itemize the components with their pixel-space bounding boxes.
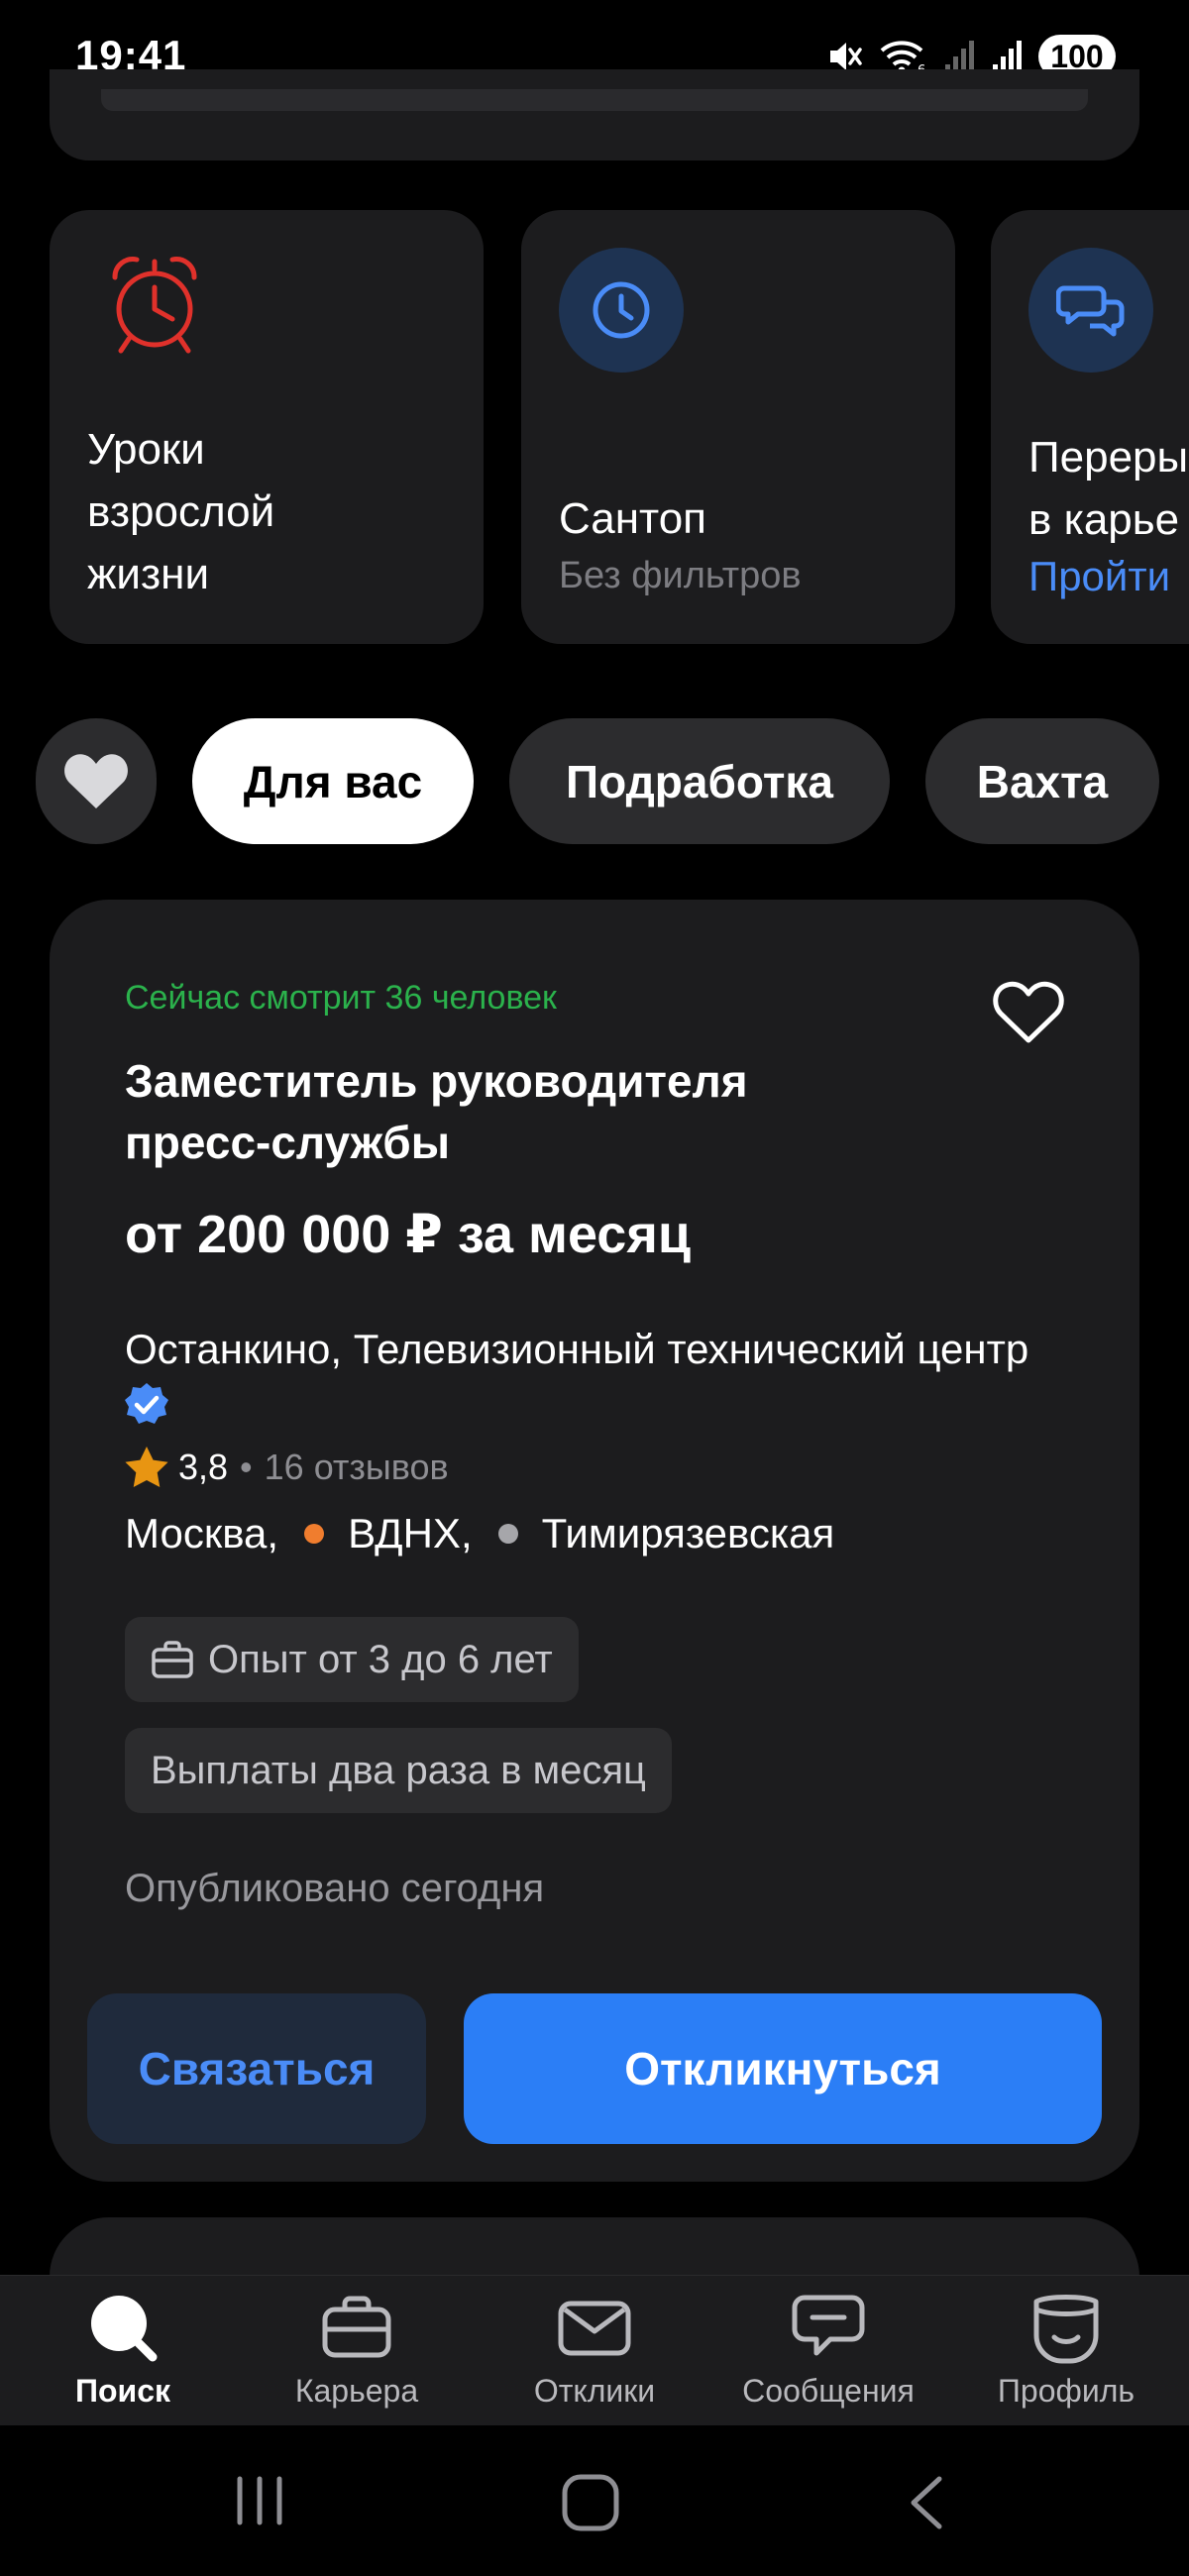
tab-profile[interactable]: Профиль [947, 2288, 1185, 2426]
story-title-line: в карье [1028, 495, 1180, 544]
previous-card-content [101, 89, 1088, 111]
favorite-heart-icon[interactable] [991, 979, 1066, 1046]
star-icon [125, 1447, 168, 1487]
story-title-line: жизни [87, 550, 210, 598]
story-title-line: Переры [1028, 433, 1189, 482]
briefcase-icon [152, 1641, 193, 1678]
story-title: Уроки взрослой жизни [87, 418, 274, 605]
tab-messages[interactable]: Сообщения [709, 2288, 947, 2426]
tab-label: Сообщения [742, 2373, 915, 2409]
chip-part-time[interactable]: Подработка [509, 718, 890, 844]
vacancy-title[interactable]: Заместитель руководителя пресс-службы [125, 1050, 918, 1173]
contact-button[interactable]: Связаться [87, 1993, 426, 2144]
metro-station: Тимирязевская [541, 1510, 835, 1556]
tab-career[interactable]: Карьера [238, 2288, 476, 2426]
story-title: Переры в карье [1028, 426, 1188, 551]
tab-label: Поиск [74, 2373, 171, 2409]
bottom-tab-bar: Поиск Карьера Отклики Сообщения Профиль [0, 2275, 1189, 2425]
experience-text: Опыт от 3 до 6 лет [208, 1637, 553, 1681]
separator-dot: • [240, 1447, 253, 1487]
recent-apps-icon[interactable] [232, 2473, 287, 2528]
profile-icon [1033, 2295, 1099, 2364]
tab-responses[interactable]: Отклики [476, 2288, 713, 2426]
envelope-icon [558, 2301, 631, 2356]
story-card-career-break[interactable]: Переры в карье Пройти [991, 210, 1189, 644]
story-icon-circle [559, 248, 684, 373]
vacancy-salary: от 200 000 ₽ за месяц [125, 1205, 692, 1264]
story-card-life-lessons[interactable]: Уроки взрослой жизни [50, 210, 484, 644]
verified-badge-icon [125, 1383, 168, 1424]
metro-station: ВДНХ, [348, 1510, 473, 1556]
viewers-count: Сейчас смотрит 36 человек [125, 979, 557, 1017]
tab-label: Карьера [294, 2373, 419, 2409]
payment-text: Выплаты два раза в месяц [151, 1748, 646, 1792]
apply-button[interactable]: Откликнуться [464, 1993, 1102, 2144]
home-icon[interactable] [561, 2473, 620, 2532]
story-title: Сантоп [559, 494, 706, 543]
payment-tag: Выплаты два раза в месяц [125, 1728, 672, 1813]
tab-search[interactable]: Поиск [4, 2288, 242, 2426]
reviews-count: 16 отзывов [264, 1447, 449, 1487]
tab-label: Отклики [533, 2373, 656, 2409]
system-navigation-bar [0, 2425, 1189, 2576]
chip-for-you[interactable]: Для вас [192, 718, 474, 844]
clock-icon [593, 281, 650, 339]
vacancy-card[interactable]: Сейчас смотрит 36 человек Заместитель ру… [50, 900, 1139, 2182]
story-title-line: Уроки [87, 425, 205, 474]
vacancy-title-line: пресс-службы [125, 1117, 450, 1168]
story-title-line: взрослой [87, 487, 275, 536]
story-card-santop[interactable]: Сантоп Без фильтров [521, 210, 955, 644]
experience-tag: Опыт от 3 до 6 лет [125, 1617, 579, 1702]
story-icon-circle [1028, 248, 1153, 373]
chat-bubbles-icon [1056, 285, 1125, 337]
favorites-chip[interactable] [36, 718, 157, 844]
rating-value: 3,8 [178, 1447, 229, 1487]
vacancy-title-line: Заместитель руководителя [125, 1055, 748, 1107]
heart-icon [64, 753, 128, 808]
metro-line-dot [497, 1524, 518, 1544]
chip-shift-work[interactable]: Вахта [925, 718, 1159, 844]
published-date: Опубликовано сегодня [125, 1867, 545, 1910]
company-name[interactable]: Останкино, Телевизионный технический цен… [125, 1326, 1028, 1373]
alarm-clock-icon [112, 257, 197, 354]
company-rating[interactable]: 3,8 • 16 отзывов [123, 1445, 449, 1490]
briefcase-icon [322, 2296, 391, 2358]
search-icon [91, 2296, 158, 2362]
chat-icon [792, 2295, 865, 2356]
city: Москва, [125, 1510, 279, 1556]
tab-label: Профиль [997, 2373, 1135, 2409]
back-icon[interactable] [900, 2473, 955, 2532]
metro-line-dot [304, 1524, 325, 1544]
vacancy-location: Москва, ВДНХ, Тимирязевская [125, 1510, 834, 1557]
previous-card[interactable] [50, 69, 1139, 161]
story-link[interactable]: Пройти [1028, 553, 1170, 600]
story-subtitle: Без фильтров [559, 555, 802, 596]
